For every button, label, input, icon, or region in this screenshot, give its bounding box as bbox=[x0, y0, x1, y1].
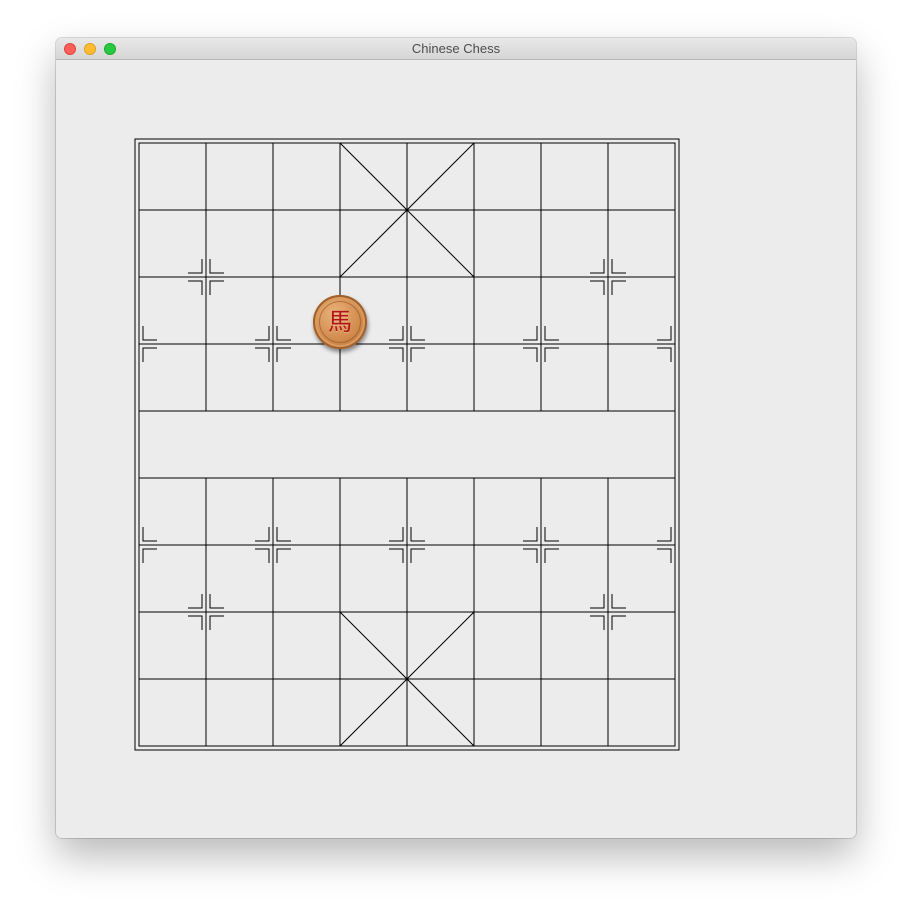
position-marker bbox=[209, 594, 224, 609]
position-marker bbox=[255, 347, 270, 362]
position-marker bbox=[523, 326, 538, 341]
position-marker bbox=[611, 259, 626, 274]
position-marker bbox=[611, 280, 626, 295]
position-marker bbox=[188, 280, 203, 295]
position-marker bbox=[590, 259, 605, 274]
position-marker bbox=[276, 548, 291, 563]
piece-glyph: 馬 bbox=[328, 308, 352, 336]
position-marker bbox=[523, 527, 538, 542]
position-marker bbox=[255, 326, 270, 341]
position-marker bbox=[188, 259, 203, 274]
position-marker bbox=[657, 326, 672, 341]
position-marker bbox=[544, 347, 559, 362]
position-marker bbox=[611, 594, 626, 609]
position-marker bbox=[410, 326, 425, 341]
position-marker bbox=[255, 548, 270, 563]
chess-board[interactable] bbox=[56, 60, 856, 838]
position-marker bbox=[188, 615, 203, 630]
position-marker bbox=[544, 548, 559, 563]
position-marker bbox=[389, 548, 404, 563]
position-marker bbox=[657, 527, 672, 542]
horse-piece[interactable]: 馬 bbox=[313, 295, 367, 349]
position-marker bbox=[523, 347, 538, 362]
position-marker bbox=[544, 326, 559, 341]
position-marker bbox=[142, 527, 157, 542]
position-marker bbox=[389, 326, 404, 341]
position-marker bbox=[142, 326, 157, 341]
position-marker bbox=[209, 259, 224, 274]
position-marker bbox=[142, 347, 157, 362]
position-marker bbox=[209, 280, 224, 295]
position-marker bbox=[590, 280, 605, 295]
position-marker bbox=[276, 347, 291, 362]
position-marker bbox=[188, 594, 203, 609]
position-marker bbox=[410, 347, 425, 362]
position-marker bbox=[276, 326, 291, 341]
position-marker bbox=[590, 594, 605, 609]
position-marker bbox=[544, 527, 559, 542]
position-marker bbox=[410, 527, 425, 542]
title-bar[interactable]: Chinese Chess bbox=[56, 38, 856, 60]
board-area[interactable]: 馬 bbox=[56, 60, 856, 838]
position-marker bbox=[209, 615, 224, 630]
app-window: Chinese Chess 馬 bbox=[56, 38, 856, 838]
position-marker bbox=[142, 548, 157, 563]
position-marker bbox=[255, 527, 270, 542]
position-marker bbox=[389, 527, 404, 542]
window-title: Chinese Chess bbox=[411, 41, 501, 56]
position-marker bbox=[410, 548, 425, 563]
position-marker bbox=[657, 347, 672, 362]
position-marker bbox=[389, 347, 404, 362]
position-marker bbox=[590, 615, 605, 630]
position-marker bbox=[611, 615, 626, 630]
position-marker bbox=[276, 527, 291, 542]
position-marker bbox=[657, 548, 672, 563]
position-marker bbox=[523, 548, 538, 563]
